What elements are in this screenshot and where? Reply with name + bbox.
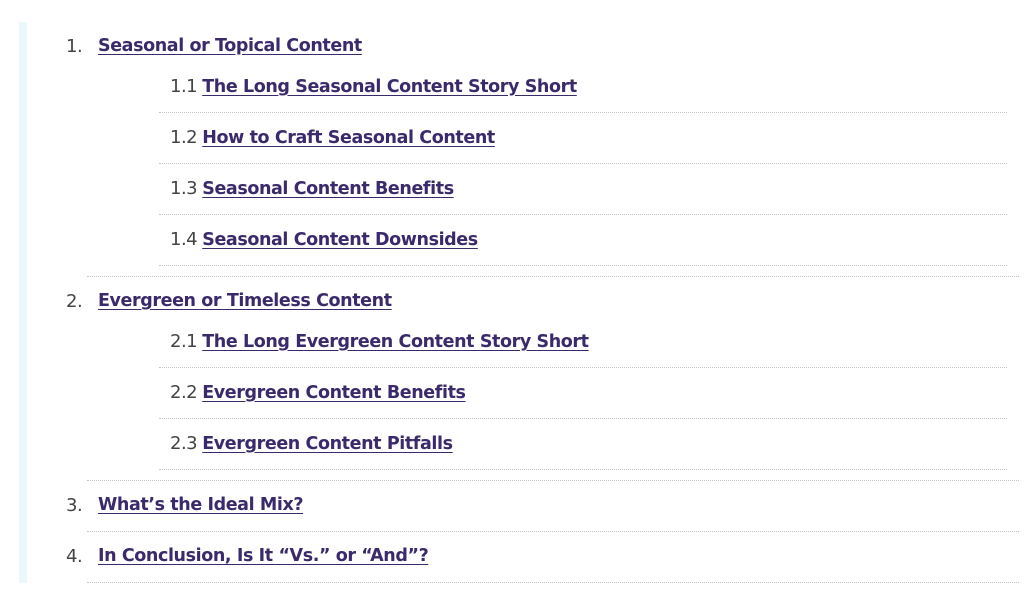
- toc-subitem-number: 1.1: [170, 76, 198, 97]
- toc-subitem: 2.2 Evergreen Content Benefits: [170, 382, 466, 403]
- divider: [87, 531, 1019, 532]
- toc-subitem: 1.2 How to Craft Seasonal Content: [170, 127, 495, 148]
- toc-subitem: 1.3 Seasonal Content Benefits: [170, 178, 454, 199]
- toc-sublink[interactable]: The Long Seasonal Content Story Short: [202, 77, 577, 97]
- toc-link[interactable]: In Conclusion, Is It “Vs.” or “And”?: [98, 546, 429, 566]
- divider: [87, 582, 1019, 583]
- toc-sublink[interactable]: How to Craft Seasonal Content: [202, 128, 495, 148]
- toc-subitem-number: 2.3: [170, 433, 198, 454]
- toc-subitem-number: 1.2: [170, 127, 198, 148]
- toc-link[interactable]: Seasonal or Topical Content: [98, 36, 362, 56]
- toc-subitem-number: 1.4: [170, 229, 198, 250]
- toc-subitem: 2.3 Evergreen Content Pitfalls: [170, 433, 453, 454]
- toc-sublink[interactable]: Evergreen Content Pitfalls: [202, 434, 453, 454]
- toc-item-number: 3.: [66, 495, 83, 516]
- toc-sublink[interactable]: Evergreen Content Benefits: [202, 383, 466, 403]
- divider: [87, 480, 1019, 481]
- divider: [159, 469, 1007, 470]
- toc-subitem-number: 1.3: [170, 178, 198, 199]
- toc-sublink[interactable]: Seasonal Content Benefits: [202, 179, 454, 199]
- divider: [159, 265, 1007, 266]
- divider: [159, 418, 1007, 419]
- toc-subitem: 1.4 Seasonal Content Downsides: [170, 229, 478, 250]
- divider: [159, 214, 1007, 215]
- divider: [159, 163, 1007, 164]
- toc-sublink[interactable]: The Long Evergreen Content Story Short: [202, 332, 589, 352]
- toc-subitem-number: 2.1: [170, 331, 198, 352]
- toc-subitem: 2.1 The Long Evergreen Content Story Sho…: [170, 331, 589, 352]
- toc-item-number: 4.: [66, 546, 83, 567]
- divider: [159, 367, 1007, 368]
- toc-subitem-number: 2.2: [170, 382, 198, 403]
- toc-sublink[interactable]: Seasonal Content Downsides: [202, 230, 478, 250]
- toc-accent-bar: [19, 22, 27, 583]
- toc-link[interactable]: Evergreen or Timeless Content: [98, 291, 392, 311]
- toc-item-number: 1.: [66, 36, 83, 57]
- divider: [159, 112, 1007, 113]
- toc-item-number: 2.: [66, 291, 83, 312]
- toc-subitem: 1.1 The Long Seasonal Content Story Shor…: [170, 76, 577, 97]
- divider: [87, 276, 1019, 277]
- toc-link[interactable]: What’s the Ideal Mix?: [98, 495, 304, 515]
